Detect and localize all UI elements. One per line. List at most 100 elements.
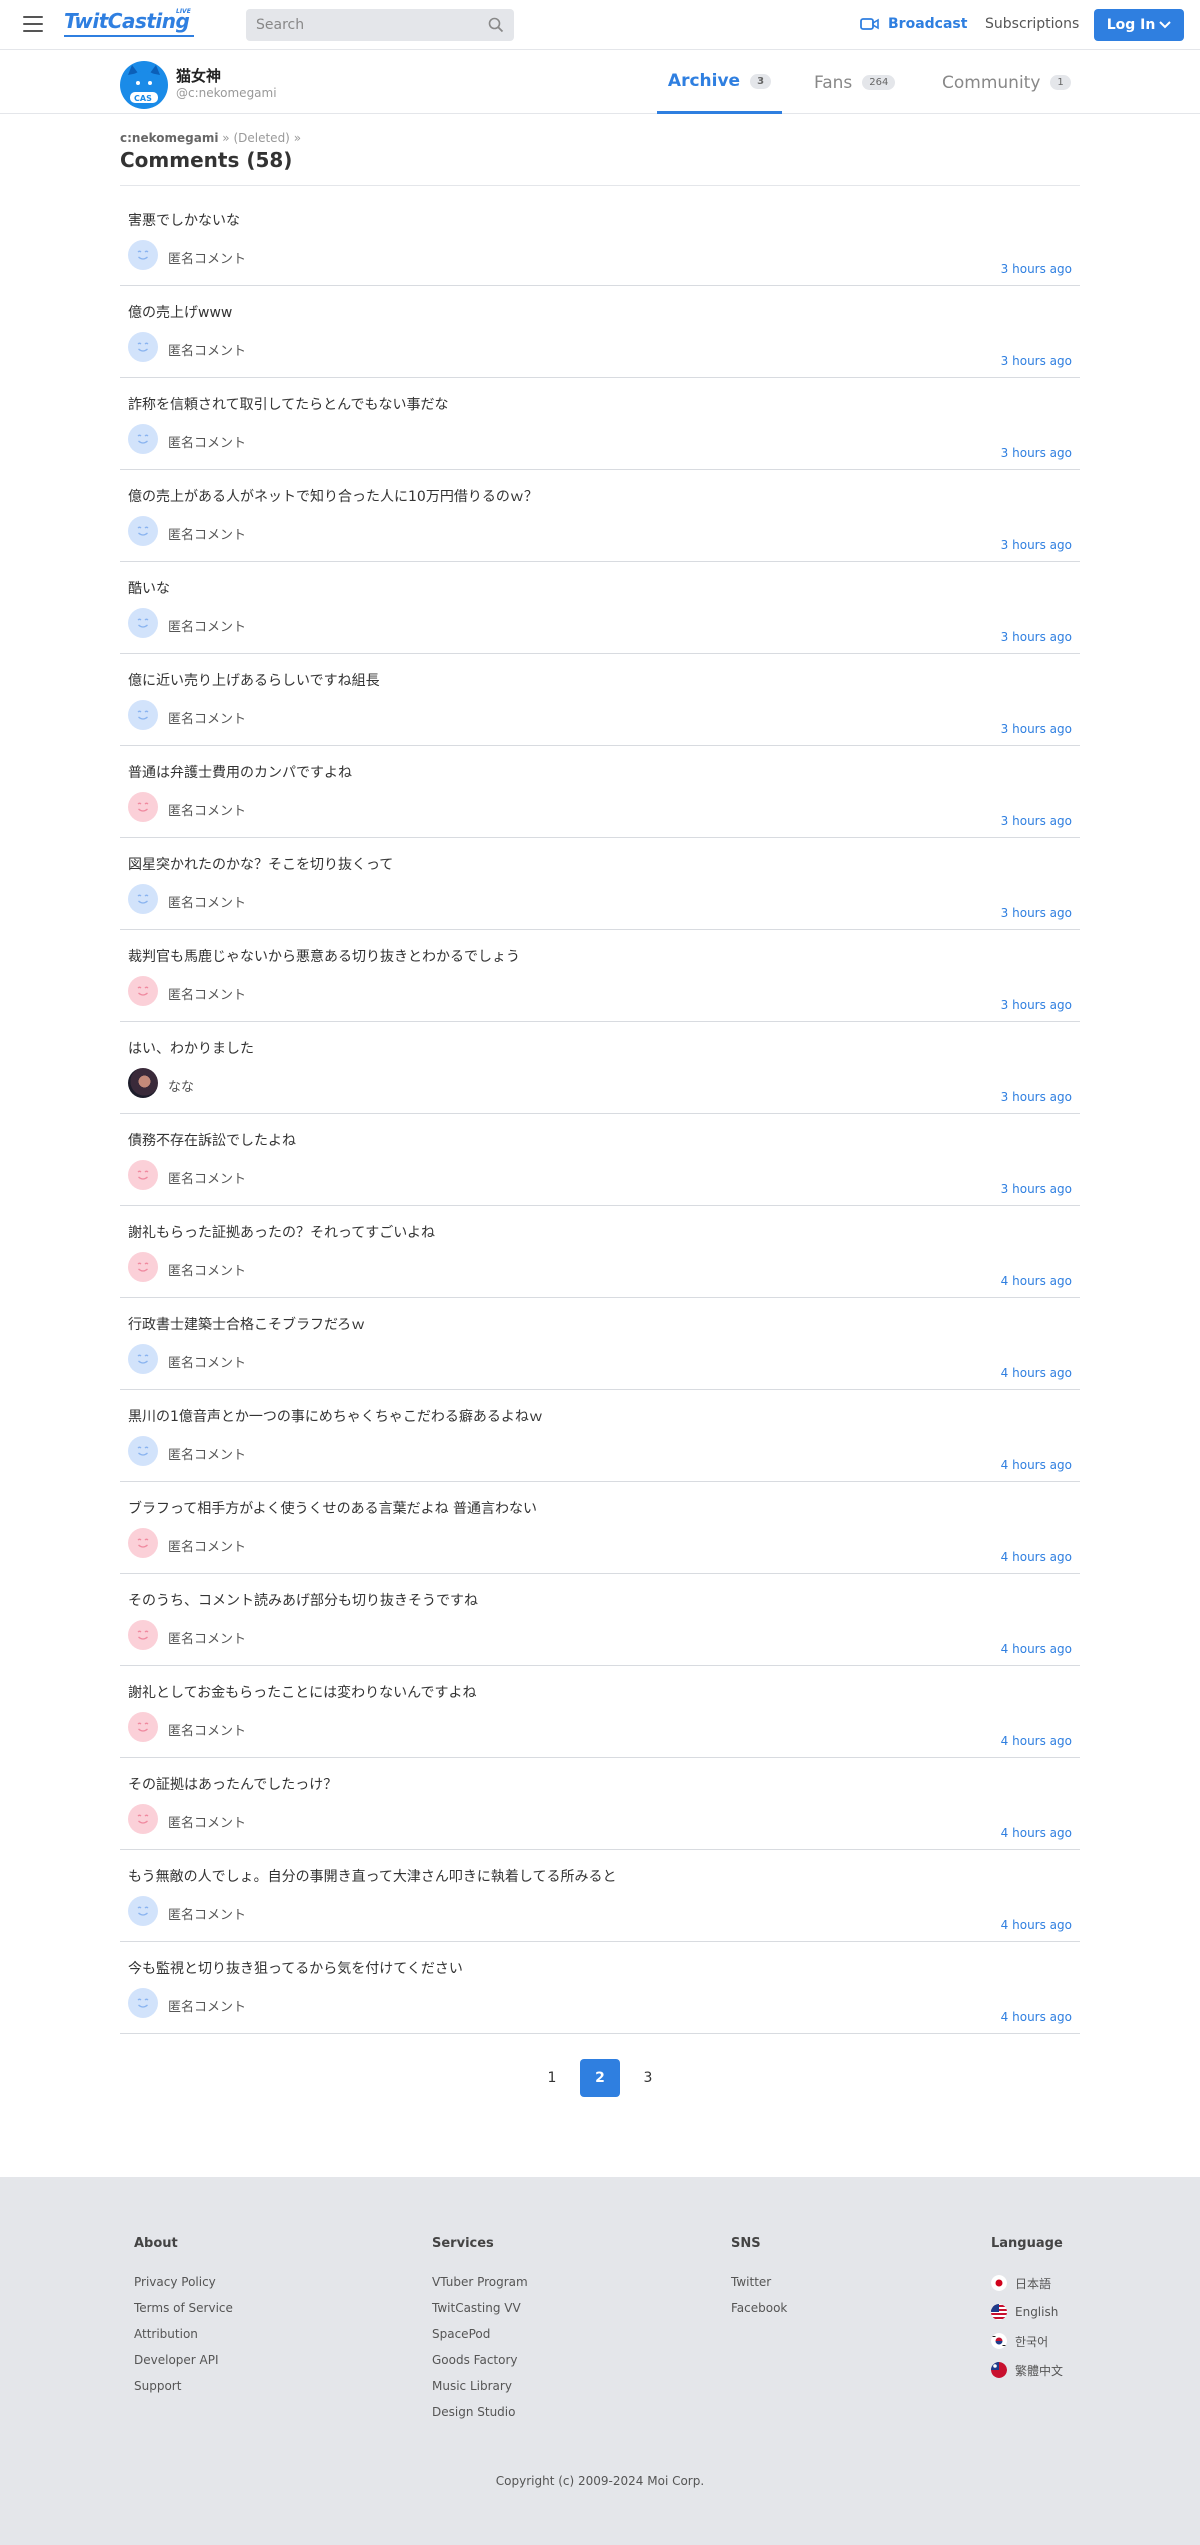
comment-timestamp[interactable]: 4 hours ago xyxy=(1001,1366,1072,1380)
comment-avatar[interactable] xyxy=(128,1896,158,1926)
comment-timestamp[interactable]: 3 hours ago xyxy=(1001,998,1072,1012)
comment-text: そのうち、コメント読みあげ部分も切り抜きそうですね xyxy=(128,1593,478,1609)
comment-username[interactable]: 匿名コメント xyxy=(168,1720,246,1739)
comment-timestamp[interactable]: 3 hours ago xyxy=(1001,354,1072,368)
comment-timestamp[interactable]: 3 hours ago xyxy=(1001,446,1072,460)
comment-timestamp[interactable]: 3 hours ago xyxy=(1001,262,1072,276)
comment-username[interactable]: 匿名コメント xyxy=(168,1904,246,1923)
footer-link-developer-api[interactable]: Developer API xyxy=(134,2353,233,2367)
comment-avatar[interactable] xyxy=(128,332,158,362)
language-option-korean[interactable]: 한국어 xyxy=(991,2333,1063,2349)
comment-timestamp[interactable]: 3 hours ago xyxy=(1001,630,1072,644)
comment-timestamp[interactable]: 3 hours ago xyxy=(1001,1182,1072,1196)
menu-icon[interactable] xyxy=(23,16,43,32)
comment-timestamp[interactable]: 3 hours ago xyxy=(1001,538,1072,552)
smiley-face-icon xyxy=(137,342,149,352)
footer-link-spacepod[interactable]: SpacePod xyxy=(432,2327,528,2341)
comment-timestamp[interactable]: 3 hours ago xyxy=(1001,906,1072,920)
language-option-japanese[interactable]: 日本語 xyxy=(991,2275,1063,2291)
search-icon[interactable] xyxy=(488,17,504,33)
comment-username[interactable]: 匿名コメント xyxy=(168,248,246,267)
comment-avatar[interactable] xyxy=(128,1436,158,1466)
footer-link-design-studio[interactable]: Design Studio xyxy=(432,2405,528,2419)
comment-username[interactable]: 匿名コメント xyxy=(168,1628,246,1647)
comment-timestamp[interactable]: 3 hours ago xyxy=(1001,1090,1072,1104)
footer-link-support[interactable]: Support xyxy=(134,2379,233,2393)
comment-username[interactable]: 匿名コメント xyxy=(168,1996,246,2015)
comment-username[interactable]: 匿名コメント xyxy=(168,800,246,819)
footer-link-twitcasting-vv[interactable]: TwitCasting VV xyxy=(432,2301,528,2315)
comment-text: 普通は弁護士費用のカンパですよね xyxy=(128,765,352,781)
comment-avatar[interactable] xyxy=(128,1252,158,1282)
comment-username[interactable]: 匿名コメント xyxy=(168,1812,246,1831)
page-3-button[interactable]: 3 xyxy=(628,2059,668,2097)
comment-username[interactable]: 匿名コメント xyxy=(168,1168,246,1187)
comment-username[interactable]: なな xyxy=(168,1076,194,1095)
broadcast-button[interactable]: Broadcast xyxy=(860,16,967,32)
comment-timestamp[interactable]: 4 hours ago xyxy=(1001,1826,1072,1840)
comment-avatar[interactable] xyxy=(128,1988,158,2018)
comment-timestamp[interactable]: 4 hours ago xyxy=(1001,2010,1072,2024)
comment-username[interactable]: 匿名コメント xyxy=(168,1352,246,1371)
comment-avatar[interactable] xyxy=(128,976,158,1006)
comment-username[interactable]: 匿名コメント xyxy=(168,892,246,911)
channel-avatar[interactable]: CAS xyxy=(120,61,168,109)
footer-link-vtuber-program[interactable]: VTuber Program xyxy=(432,2275,528,2289)
comment-avatar[interactable] xyxy=(128,792,158,822)
footer-heading: SNS xyxy=(731,2236,761,2251)
comment-username[interactable]: 匿名コメント xyxy=(168,984,246,1003)
comment-avatar[interactable] xyxy=(128,1344,158,1374)
comment-avatar[interactable] xyxy=(128,516,158,546)
comment-username[interactable]: 匿名コメント xyxy=(168,1536,246,1555)
twitcasting-logo[interactable]: TwitCasting xyxy=(64,9,190,33)
language-option-english[interactable]: English xyxy=(991,2304,1063,2320)
comment-timestamp[interactable]: 4 hours ago xyxy=(1001,1550,1072,1564)
channel-name[interactable]: 猫女神 xyxy=(176,65,221,86)
footer-link-facebook[interactable]: Facebook xyxy=(731,2301,787,2315)
comment-avatar[interactable] xyxy=(128,1712,158,1742)
comment-avatar[interactable] xyxy=(128,1528,158,1558)
comment-avatar[interactable] xyxy=(128,1620,158,1650)
comment-timestamp[interactable]: 4 hours ago xyxy=(1001,1918,1072,1932)
footer-link-twitter[interactable]: Twitter xyxy=(731,2275,787,2289)
comment-timestamp[interactable]: 3 hours ago xyxy=(1001,722,1072,736)
comment-avatar[interactable] xyxy=(128,608,158,638)
comment-username[interactable]: 匿名コメント xyxy=(168,340,246,359)
comment-timestamp[interactable]: 4 hours ago xyxy=(1001,1274,1072,1288)
page-2-button[interactable]: 2 xyxy=(580,2059,620,2097)
footer-link-goods-factory[interactable]: Goods Factory xyxy=(432,2353,528,2367)
comment-timestamp[interactable]: 4 hours ago xyxy=(1001,1642,1072,1656)
page-1-button[interactable]: 1 xyxy=(532,2059,572,2097)
footer-link-privacy-policy[interactable]: Privacy Policy xyxy=(134,2275,233,2289)
comment-avatar[interactable] xyxy=(128,240,158,270)
comment-username[interactable]: 匿名コメント xyxy=(168,1444,246,1463)
subscriptions-link[interactable]: Subscriptions xyxy=(985,16,1079,32)
comment-avatar[interactable] xyxy=(128,700,158,730)
footer-link-music-library[interactable]: Music Library xyxy=(432,2379,528,2393)
tab-community[interactable]: Community 1 xyxy=(942,51,1071,114)
comment-timestamp[interactable]: 4 hours ago xyxy=(1001,1458,1072,1472)
comment-timestamp[interactable]: 3 hours ago xyxy=(1001,814,1072,828)
tab-archive[interactable]: Archive 3 xyxy=(657,51,782,114)
comment-avatar[interactable] xyxy=(128,424,158,454)
comment-username[interactable]: 匿名コメント xyxy=(168,524,246,543)
search-input[interactable] xyxy=(246,9,466,41)
search-box xyxy=(246,9,514,41)
comment-avatar[interactable] xyxy=(128,884,158,914)
comment-avatar[interactable] xyxy=(128,1804,158,1834)
comment-avatar[interactable] xyxy=(128,1068,158,1098)
comment-timestamp[interactable]: 4 hours ago xyxy=(1001,1734,1072,1748)
login-button[interactable]: Log In xyxy=(1094,9,1184,41)
breadcrumb-user-link[interactable]: c:nekomegami xyxy=(120,131,218,145)
comment-username[interactable]: 匿名コメント xyxy=(168,1260,246,1279)
comment-list: 害悪でしかないな 匿名コメント 3 hours ago 億の売上げwww 匿名コメント 3… xyxy=(120,194,1080,2034)
comment-username[interactable]: 匿名コメント xyxy=(168,432,246,451)
channel-avatar-label: CAS xyxy=(134,94,152,103)
footer-link-terms[interactable]: Terms of Service xyxy=(134,2301,233,2315)
comment-avatar[interactable] xyxy=(128,1160,158,1190)
tab-fans[interactable]: Fans 264 xyxy=(814,51,896,114)
comment-username[interactable]: 匿名コメント xyxy=(168,616,246,635)
footer-link-attribution[interactable]: Attribution xyxy=(134,2327,233,2341)
language-option-traditional-chinese[interactable]: 繁體中文 xyxy=(991,2362,1063,2378)
comment-username[interactable]: 匿名コメント xyxy=(168,708,246,727)
